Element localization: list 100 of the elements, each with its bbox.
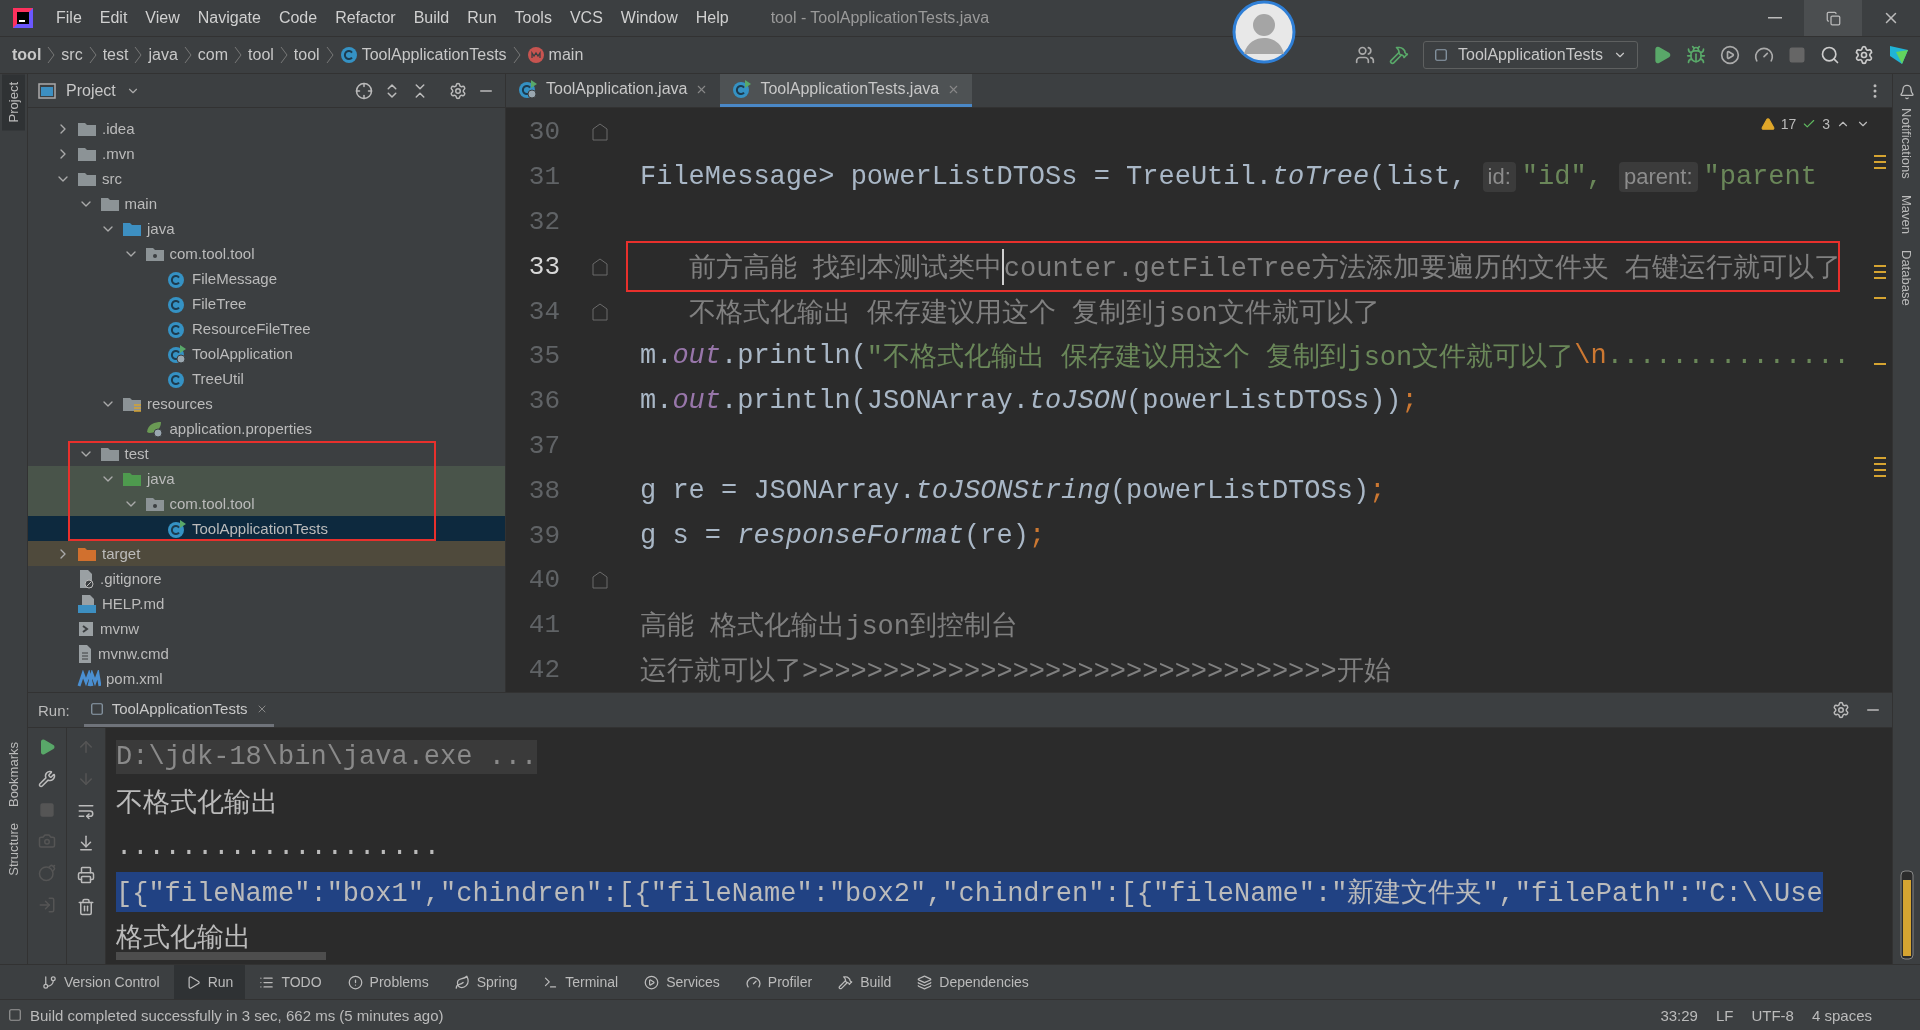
tool-tab[interactable]: Build — [826, 965, 904, 999]
status-icon[interactable] — [8, 1008, 22, 1022]
menu-item[interactable]: Run — [459, 9, 505, 27]
scroll-to-end-icon[interactable] — [77, 834, 95, 852]
tool-tab[interactable]: TODO — [247, 965, 334, 999]
status-item[interactable]: 4 spaces — [1811, 1006, 1872, 1024]
tree-item[interactable]: pom.xml — [28, 666, 505, 691]
tree-item[interactable]: ToolApplication — [28, 341, 505, 366]
users-icon[interactable] — [1355, 45, 1376, 65]
breadcrumb[interactable]: src — [59, 46, 85, 64]
breadcrumb[interactable]: com — [195, 46, 231, 64]
tool-tab[interactable]: Problems — [335, 965, 441, 999]
fold-marker-icon[interactable] — [592, 571, 608, 590]
wrench-icon[interactable] — [38, 770, 56, 788]
menu-item[interactable]: View — [137, 9, 188, 27]
tree-item[interactable]: com.tool.tool — [28, 491, 505, 516]
editor-tab[interactable]: ToolApplication.java — [506, 74, 721, 107]
menu-item[interactable]: Refactor — [327, 9, 404, 27]
tree-item[interactable]: .mvn — [28, 141, 505, 166]
menu-item[interactable]: VCS — [561, 9, 611, 27]
menu-item[interactable]: Tools — [506, 9, 560, 27]
menu-item[interactable]: Help — [687, 9, 737, 27]
settings-icon[interactable] — [1854, 45, 1874, 65]
tool-tab[interactable]: Terminal — [531, 965, 631, 999]
menu-item[interactable]: Navigate — [189, 9, 269, 27]
breadcrumb[interactable]: test — [100, 46, 131, 64]
breadcrumb[interactable]: tool — [246, 46, 276, 64]
tree-item[interactable]: mvnw — [28, 616, 505, 641]
settings-icon[interactable] — [449, 81, 467, 100]
tree-item[interactable]: FileTree — [28, 291, 505, 316]
console-line: 格式化输出 — [116, 922, 251, 956]
locate-icon[interactable] — [355, 81, 373, 100]
rerun-icon[interactable] — [38, 738, 56, 756]
tool-tab[interactable]: Version Control — [30, 965, 172, 999]
bell-icon[interactable] — [1898, 84, 1915, 100]
tool-tab[interactable]: Services — [632, 965, 732, 999]
tree-item[interactable]: target — [28, 541, 505, 566]
restore-button[interactable] — [1804, 0, 1862, 36]
run-icon[interactable] — [1652, 45, 1672, 65]
breadcrumb[interactable]: tool — [10, 46, 44, 64]
tree-item[interactable]: test — [28, 441, 505, 466]
trash-icon[interactable] — [77, 898, 95, 916]
tree-item[interactable]: resources — [28, 391, 505, 416]
tree-item[interactable]: ResourceFileTree — [28, 316, 505, 341]
breadcrumb[interactable]: main — [524, 46, 586, 64]
print-icon[interactable] — [77, 866, 95, 884]
tree-item[interactable]: java — [28, 466, 505, 491]
tree-item[interactable]: main — [28, 191, 505, 216]
menu-item[interactable]: Window — [612, 9, 686, 27]
code-line: 不格式化输出 保存建议用这个 复制到json文件就可以了 — [687, 297, 1380, 330]
tool-window-tab[interactable]: Structure — [2, 815, 25, 884]
tree-item[interactable]: com.tool.tool — [28, 241, 505, 266]
menu-item[interactable]: Build — [405, 9, 458, 27]
status-item[interactable]: LF — [1715, 1006, 1734, 1024]
menu-item[interactable]: Edit — [91, 9, 136, 27]
tool-window-tab[interactable]: Bookmarks — [2, 734, 25, 816]
tool-tab[interactable]: Run — [173, 965, 246, 999]
tree-item[interactable]: TreeUtil — [28, 366, 505, 391]
tree-item[interactable]: ToolApplicationTests — [28, 516, 505, 541]
run-configuration-select[interactable]: ToolApplicationTests — [1423, 41, 1638, 69]
menu-item[interactable]: Code — [270, 9, 326, 27]
window-icon — [89, 701, 104, 716]
window-icon — [38, 82, 56, 99]
profiler-icon[interactable] — [1754, 45, 1774, 65]
editor-tab[interactable]: ToolApplicationTests.java — [720, 74, 973, 107]
tree-item[interactable]: .idea — [28, 116, 505, 141]
fold-marker-icon[interactable] — [592, 123, 608, 142]
tool-window-tab[interactable]: Maven — [1895, 186, 1918, 242]
tree-item[interactable]: application.properties — [28, 416, 505, 441]
fold-marker-icon[interactable] — [592, 257, 608, 276]
status-item[interactable]: UTF-8 — [1751, 1006, 1794, 1024]
tree-item[interactable]: mvnw.cmd — [28, 641, 505, 666]
tool-window-tab[interactable]: Database — [1895, 241, 1918, 314]
tree-item[interactable]: src — [28, 166, 505, 191]
soft-wrap-icon[interactable] — [77, 802, 95, 820]
menu-item[interactable]: File — [48, 9, 90, 27]
tree-item[interactable]: FileMessage — [28, 266, 505, 291]
tool-window-tab[interactable]: Notifications — [1895, 100, 1918, 187]
tool-tab[interactable]: Dependencies — [905, 965, 1041, 999]
line-number: 37 — [527, 430, 560, 461]
hammer-icon[interactable] — [1389, 45, 1410, 65]
breadcrumb[interactable]: tool — [291, 46, 322, 64]
status-item[interactable]: 33:29 — [1660, 1006, 1698, 1024]
tree-item[interactable]: .gitignore — [28, 566, 505, 591]
toolbox-logo[interactable] — [1888, 44, 1910, 66]
breadcrumb[interactable]: java — [146, 46, 180, 64]
tool-window-tab[interactable]: Project — [2, 74, 25, 131]
avatar-icon[interactable] — [1232, 0, 1296, 64]
breadcrumb[interactable]: ToolApplicationTests — [337, 46, 509, 64]
fold-marker-icon[interactable] — [592, 302, 608, 321]
tree-item[interactable]: HELP.md — [28, 591, 505, 616]
tree-item[interactable]: java — [28, 216, 505, 241]
tree-item-label: test — [124, 445, 149, 462]
settings-icon[interactable] — [1832, 701, 1850, 719]
search-icon[interactable] — [1820, 45, 1840, 65]
tool-tab[interactable]: Profiler — [733, 965, 825, 999]
panel-title[interactable]: Project — [66, 81, 116, 100]
coverage-icon[interactable] — [1720, 45, 1740, 65]
tool-tab[interactable]: Spring — [442, 965, 530, 999]
debug-icon[interactable] — [1686, 45, 1706, 65]
